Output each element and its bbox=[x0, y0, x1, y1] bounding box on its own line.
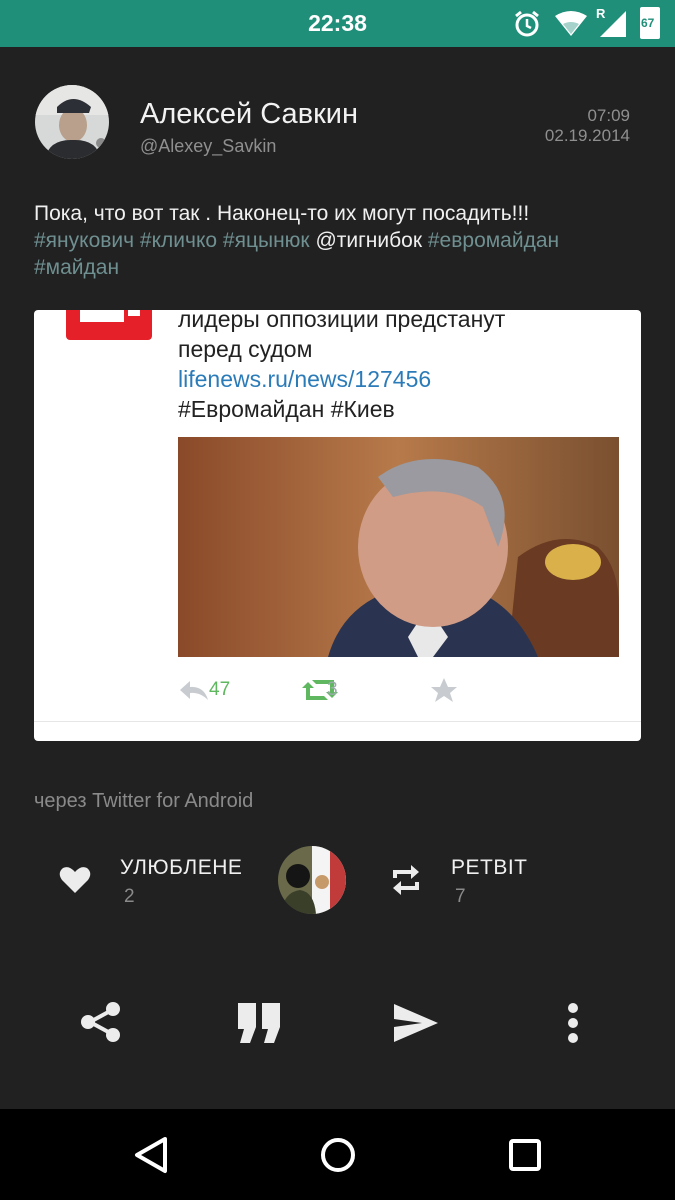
recents-icon[interactable] bbox=[508, 1138, 542, 1172]
likes-count: 2 bbox=[124, 886, 135, 907]
tweet-body: Пока, что вот так . Наконец-то их могут … bbox=[34, 202, 530, 225]
tweet-time: 07:09 bbox=[587, 106, 630, 125]
card-text-line: лидеры оппозиции предстанут bbox=[178, 310, 506, 332]
tweet-text: Пока, что вот так . Наконец-то их могут … bbox=[34, 200, 644, 281]
media-card[interactable]: лидеры оппозиции предстанут перед судом … bbox=[34, 310, 641, 741]
battery-level: 67 bbox=[641, 16, 655, 30]
tweet-date: 02.19.2014 bbox=[544, 126, 630, 145]
card-favorite-count: 3 bbox=[327, 679, 338, 700]
card-tags: #Евромайдан #Киев bbox=[178, 396, 395, 422]
likes-label[interactable]: УЛЮБЛЕНЕ bbox=[120, 856, 242, 880]
hashtag-link[interactable]: #майдан bbox=[34, 256, 119, 279]
reply-icon bbox=[180, 681, 208, 700]
card-retweet-count: 47 bbox=[209, 679, 231, 700]
card-divider bbox=[34, 721, 641, 722]
hashtag-link[interactable]: #кличко bbox=[140, 229, 217, 252]
liker-avatar[interactable] bbox=[278, 846, 346, 914]
card-text-line: перед судом bbox=[178, 336, 313, 362]
card-actions bbox=[178, 675, 619, 705]
home-icon[interactable] bbox=[319, 1136, 357, 1174]
via-client: через Twitter for Android bbox=[34, 790, 254, 812]
navigation-bar bbox=[0, 1109, 675, 1200]
share-icon[interactable] bbox=[78, 999, 124, 1045]
quote-icon[interactable] bbox=[236, 1001, 282, 1045]
retweet-stat-icon[interactable] bbox=[389, 862, 423, 898]
heart-icon[interactable] bbox=[59, 866, 91, 894]
retweets-count: 7 bbox=[455, 886, 466, 907]
back-icon[interactable] bbox=[133, 1135, 169, 1175]
hashtag-link[interactable]: #яцынюк bbox=[223, 229, 310, 252]
more-vert-icon[interactable] bbox=[565, 1002, 581, 1044]
wifi-icon bbox=[555, 11, 587, 36]
author-name[interactable]: Алексей Савкин bbox=[140, 98, 358, 131]
card-link: lifenews.ru/news/127456 bbox=[178, 366, 432, 392]
hashtag-link[interactable]: #янукович bbox=[34, 229, 134, 252]
signal-icon bbox=[600, 11, 626, 37]
news-photo bbox=[178, 437, 619, 657]
send-icon[interactable] bbox=[392, 1002, 440, 1044]
star-icon bbox=[431, 678, 457, 702]
status-bar: 22:38 R 67 bbox=[0, 0, 675, 47]
retweets-label[interactable]: РЕТВІТ bbox=[451, 856, 528, 880]
battery-icon: 67 bbox=[640, 7, 660, 39]
news-logo bbox=[66, 310, 152, 340]
author-avatar[interactable] bbox=[35, 85, 109, 159]
mention-link[interactable]: @тигнибок bbox=[315, 229, 422, 252]
hashtag-link[interactable]: #евромайдан bbox=[428, 229, 559, 252]
alarm-icon bbox=[515, 10, 539, 37]
author-handle[interactable]: @Alexey_Savkin bbox=[140, 136, 276, 157]
